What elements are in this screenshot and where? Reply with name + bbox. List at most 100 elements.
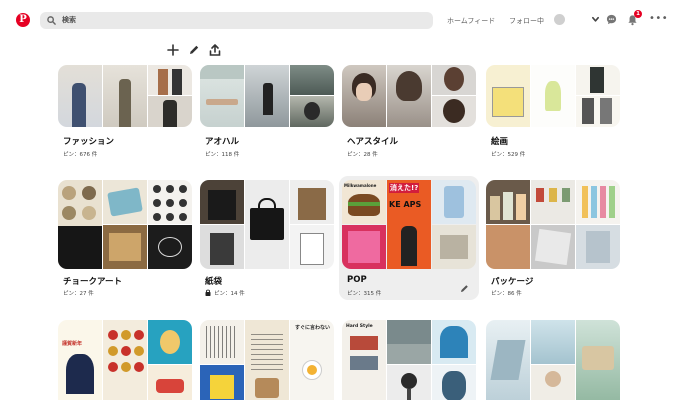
pin-image [486, 225, 530, 269]
pin-image [103, 180, 147, 224]
pin-image [486, 180, 530, 224]
pin-text: Milkwamalone [344, 183, 377, 188]
board-hairstyle[interactable]: ヘアスタイル ピン：28 件 [342, 40, 476, 160]
pin-image [103, 225, 147, 269]
pin-image [432, 180, 476, 224]
top-header: P 検索 ホームフィード フォロー中 1 ••• [0, 0, 680, 40]
pin-image [200, 365, 244, 400]
pin-image: Hard Style [342, 320, 386, 400]
pin-image [342, 65, 386, 127]
board-cover [486, 65, 620, 127]
notification-badge: 1 [634, 10, 642, 18]
board-name: ファッション [63, 137, 115, 147]
pin-text: すぐに言わない [295, 325, 331, 331]
board-pin-count: ピン：676 件 [63, 152, 98, 158]
pin-text: KE APS [389, 200, 422, 209]
pin-image [531, 365, 575, 400]
pin-image [148, 180, 192, 224]
edit-board-icon[interactable] [459, 283, 470, 294]
board-name: パッケージ [491, 277, 534, 287]
pin-image [290, 180, 334, 224]
pin-image [531, 225, 575, 269]
pin-image: 謹賀新年 [58, 320, 102, 400]
pin-image [531, 320, 575, 364]
board-cover [486, 320, 620, 400]
pin-image [432, 225, 476, 269]
pin-image [148, 225, 192, 269]
pin-image [432, 96, 476, 127]
board-cover: Milkwamalone 消えた!? KE APS [342, 180, 476, 269]
board-cover [342, 65, 476, 127]
board-pin-count: ピン：315 件 [347, 291, 382, 297]
board-painting[interactable]: 絵画 ピン：529 件 [486, 40, 620, 160]
more-options-icon[interactable]: ••• [649, 13, 668, 24]
board-cover: Hard Style [342, 320, 476, 400]
user-avatar[interactable] [554, 14, 565, 25]
pin-image [148, 96, 192, 127]
nav-home-feed[interactable]: ホームフィード [447, 16, 495, 26]
pin-image [531, 180, 575, 224]
pin-image [245, 65, 289, 127]
pin-image [387, 320, 431, 364]
board-pop[interactable]: Milkwamalone 消えた!? KE APS POP ピン：315 件 [339, 176, 479, 300]
pin-image [432, 65, 476, 95]
pin-image [576, 96, 620, 127]
board-aoharu[interactable]: アオハル ピン：118 件 [200, 40, 334, 160]
board-paper-bags[interactable]: 紙袋 ピン：14 件 [200, 176, 334, 297]
pin-text: Hard Style [346, 324, 373, 329]
pin-image [200, 180, 244, 224]
nav-following[interactable]: フォロー中 [509, 16, 544, 26]
pin-image [576, 65, 620, 95]
board-cover [58, 180, 192, 269]
board-pin-count: ピン：14 件 [214, 291, 245, 297]
board-pin-count: ピン：28 件 [347, 152, 378, 158]
board-chalk-art[interactable]: チョークアート ピン：27 件 [58, 176, 192, 297]
board-name: 絵画 [491, 137, 509, 147]
board-cover [200, 65, 334, 127]
board-name: アオハル [205, 137, 240, 147]
board-row3-3[interactable]: Hard Style [342, 316, 476, 400]
pin-image [342, 225, 386, 269]
pinterest-logo[interactable]: P [16, 13, 30, 27]
pin-image [148, 65, 192, 95]
board-name: 紙袋 [205, 277, 223, 287]
pin-image [432, 320, 476, 364]
pin-image [387, 365, 431, 400]
board-row3-1[interactable]: 謹賀新年 [58, 316, 192, 400]
board-pin-count: ピン：529 件 [491, 152, 526, 158]
pin-image: すぐに言わない [290, 320, 334, 400]
pin-image [148, 320, 192, 364]
pin-image [432, 365, 476, 400]
board-pin-count: ピン：27 件 [63, 291, 94, 297]
search-placeholder: 検索 [62, 16, 76, 24]
pin-image [245, 320, 289, 400]
board-row3-4[interactable] [486, 316, 620, 400]
board-cover [200, 180, 334, 269]
pin-image [200, 65, 244, 127]
pin-image [486, 65, 530, 127]
pin-image [576, 180, 620, 224]
pin-image [200, 320, 244, 364]
pin-image [245, 180, 289, 269]
pin-image [290, 96, 334, 127]
pin-text: 消えた!? [389, 183, 420, 193]
pin-image [103, 320, 147, 400]
pin-image [200, 225, 244, 269]
pin-image [148, 365, 192, 400]
board-pin-count: ピン：118 件 [205, 152, 240, 158]
board-fashion[interactable]: ファッション ピン：676 件 [58, 40, 192, 160]
board-cover [58, 65, 192, 127]
pin-image [103, 65, 147, 127]
board-row3-2[interactable]: すぐに言わない [200, 316, 334, 400]
board-cover: すぐに言わない [200, 320, 334, 400]
pin-text: 謹賀新年 [62, 341, 83, 347]
board-pin-count: ピン：86 件 [491, 291, 522, 297]
chevron-down-icon[interactable] [591, 15, 600, 24]
board-name: チョークアート [63, 277, 122, 287]
search-icon [47, 16, 56, 25]
pin-image [576, 320, 620, 400]
search-bar[interactable]: 検索 [40, 12, 433, 29]
pin-image [486, 320, 530, 400]
board-package[interactable]: パッケージ ピン：86 件 [486, 176, 620, 297]
messages-icon[interactable] [606, 14, 617, 25]
